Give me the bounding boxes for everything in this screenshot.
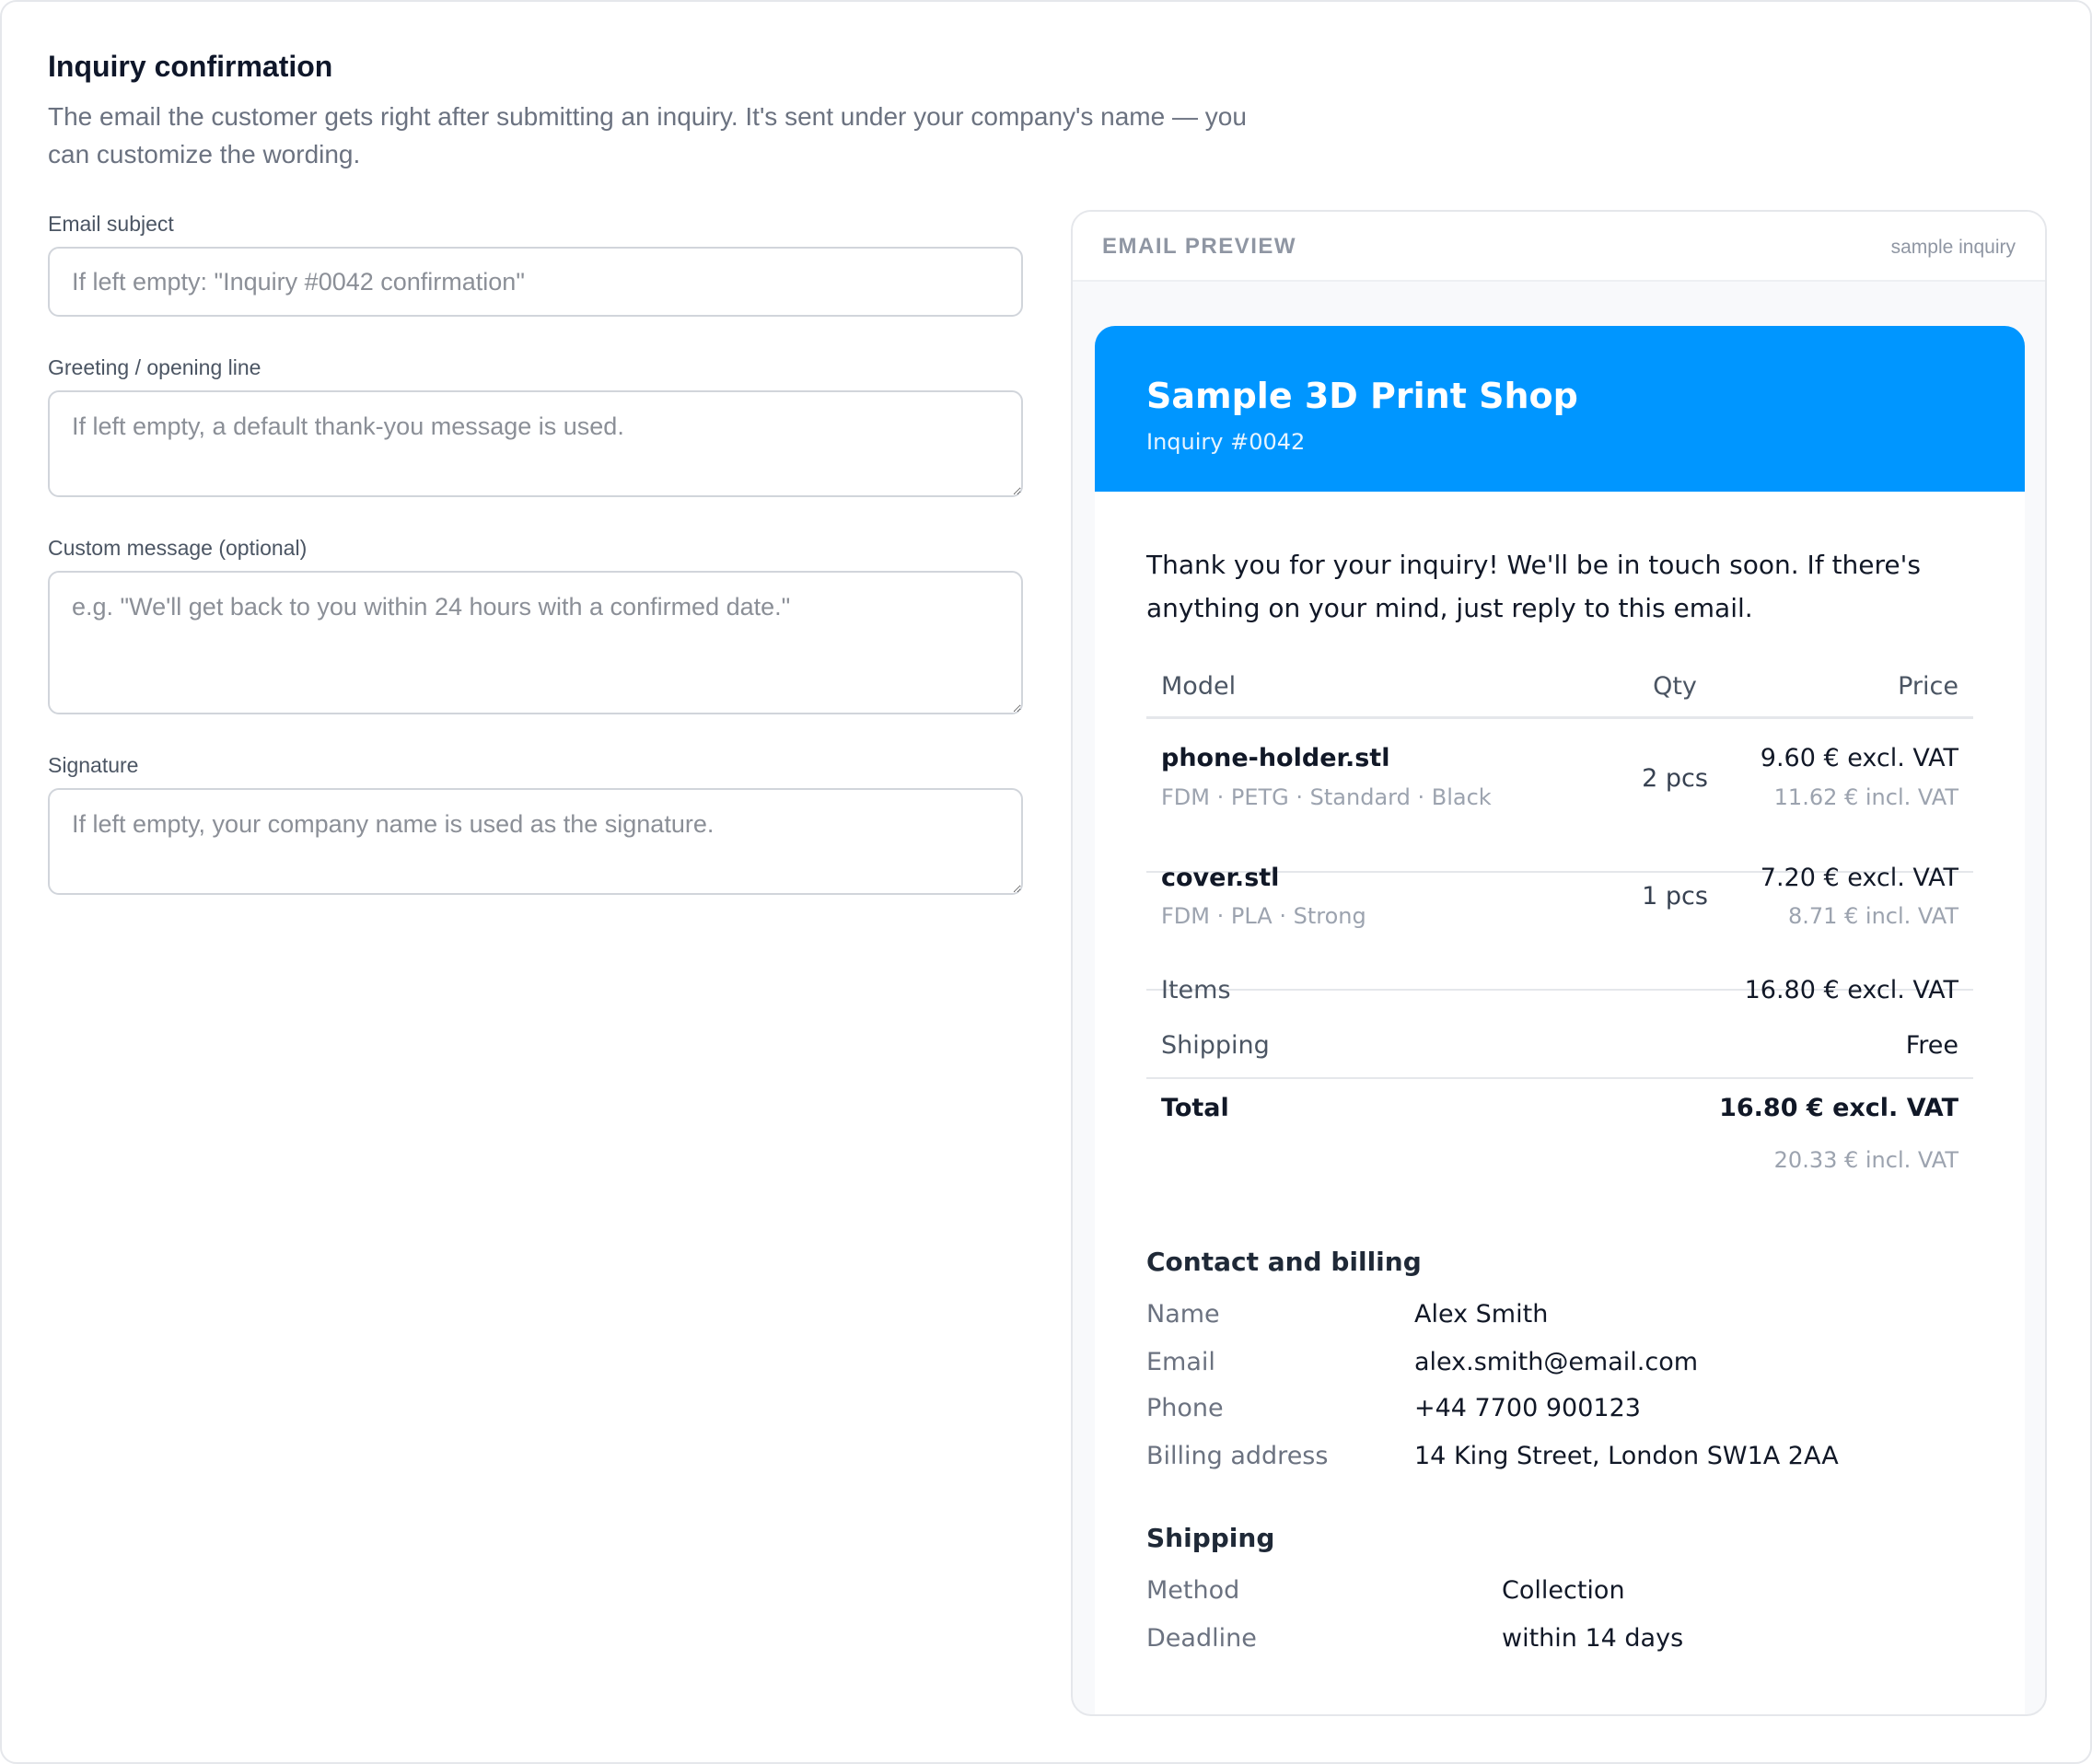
shop-name: Sample 3D Print Shop [1146,376,1578,416]
row-file-name: cover.stl [1161,864,1280,892]
row-quantity: 1 pcs [1642,882,1708,911]
row-price-incl-vat: 11.62 € incl. VAT [1773,784,1958,810]
total-label: Total [1161,1094,1229,1122]
shipping-method-value: Collection [1502,1576,1625,1605]
shipping-method-label: Method [1146,1576,1240,1605]
shipping-heading: Shipping [1146,1523,1275,1553]
row-price-excl-vat: 9.60 € excl. VAT [1760,744,1958,772]
table-header-qty: Qty [1653,672,1697,701]
shipping-deadline-label: Deadline [1146,1624,1257,1653]
row-price-excl-vat: 7.20 € excl. VAT [1760,864,1958,892]
greeting-label: Greeting / opening line [48,355,262,379]
shipping-cost: Free [1905,1031,1958,1060]
total-divider [1146,1077,1973,1079]
settings-card: Inquiry confirmation The email the custo… [0,0,2092,1764]
total-incl-vat: 20.33 € incl. VAT [1773,1147,1958,1173]
contact-name-value: Alex Smith [1414,1300,1549,1329]
table-header-price: Price [1898,672,1958,701]
table-header-divider [1146,716,1973,719]
contact-phone-label: Phone [1146,1394,1224,1422]
row-print-settings: FDM · PLA · Strong [1161,903,1366,929]
section-description: The email the customer gets right after … [48,102,1247,168]
contact-email-label: Email [1146,1348,1215,1376]
contact-billing-heading: Contact and billing [1146,1247,1422,1277]
subject-label: Email subject [48,212,174,236]
shipping-deadline-value: within 14 days [1502,1624,1684,1653]
email-body: Sample 3D Print Shop Inquiry #0042 Thank… [1095,326,2025,1714]
shipping-label: Shipping [1161,1031,1270,1060]
billing-address-label: Billing address [1146,1442,1329,1470]
section-title: Inquiry confirmation [48,50,333,83]
row-print-settings: FDM · PETG · Standard · Black [1161,784,1492,810]
custom-message-textarea[interactable] [48,571,1023,714]
items-total: 16.80 € excl. VAT [1744,976,1958,1004]
contact-email-value: alex.smith@email.com [1414,1348,1699,1376]
row-file-name: phone-holder.stl [1161,744,1390,772]
email-hero-banner: Sample 3D Print Shop Inquiry #0042 [1095,326,2025,492]
greeting-textarea[interactable] [48,390,1023,497]
preview-sample-tag: sample inquiry [1890,237,2016,258]
items-label: Items [1161,976,1231,1004]
custom-message-label: Custom message (optional) [48,536,308,560]
email-subject-input[interactable] [48,247,1023,317]
contact-phone-value: +44 7700 900123 [1414,1394,1641,1422]
preview-header: EMAIL PREVIEW sample inquiry [1073,212,2045,282]
inquiry-number: Inquiry #0042 [1146,429,1306,455]
row-price-incl-vat: 8.71 € incl. VAT [1787,903,1958,929]
signature-textarea[interactable] [48,788,1023,895]
signature-label: Signature [48,753,139,777]
preview-title: EMAIL PREVIEW [1102,234,1297,259]
email-intro-text: Thank you for your inquiry! We'll be in … [1146,550,1921,623]
billing-address-value: 14 King Street, London SW1A 2AA [1414,1442,1839,1470]
contact-name-label: Name [1146,1300,1220,1329]
row-quantity: 2 pcs [1642,764,1708,793]
table-header-model: Model [1161,672,1237,701]
total-excl-vat: 16.80 € excl. VAT [1719,1094,1958,1122]
email-preview-panel: EMAIL PREVIEW sample inquiry Sample 3D P… [1071,210,2047,1716]
